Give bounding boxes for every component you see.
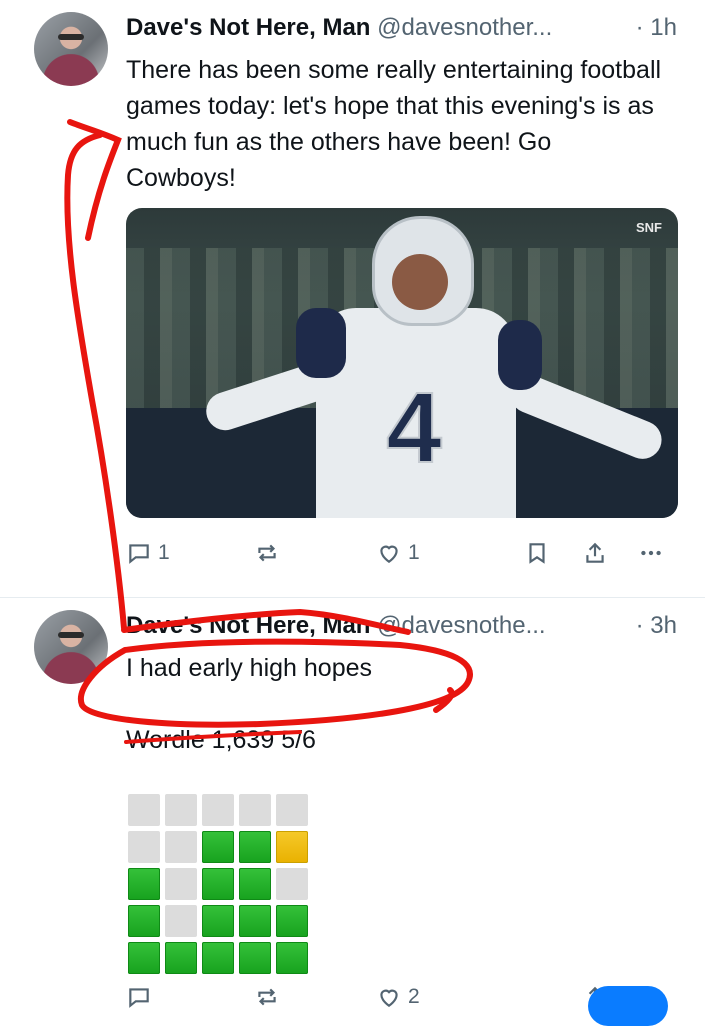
compose-fab[interactable] [588, 986, 668, 1026]
like-icon [380, 545, 398, 563]
like-count: 2 [408, 985, 420, 1008]
wordle-tile [202, 942, 234, 974]
wordle-tile [202, 868, 234, 900]
repost-button[interactable] [254, 984, 280, 1010]
bookmark-icon [529, 543, 545, 564]
author-name[interactable]: Dave's Not Here, Man [126, 14, 370, 41]
post-1[interactable]: Dave's Not Here, Man @davesnother... · 1… [0, 0, 705, 596]
reply-button[interactable]: 1 [126, 540, 170, 566]
bookmark-button[interactable] [524, 540, 550, 566]
wordle-tile [165, 942, 197, 974]
wordle-result-line: Wordle 1,639 5/6 [126, 726, 316, 754]
post-media-gif[interactable]: 4 SNF [126, 208, 678, 518]
like-count: 1 [408, 541, 420, 564]
wordle-tile [128, 905, 160, 937]
wordle-tile [239, 794, 271, 826]
post-time[interactable]: · 1h [636, 14, 677, 42]
post-text: I had early high hopes [126, 654, 373, 682]
wordle-tile [239, 942, 271, 974]
wordle-tile [202, 905, 234, 937]
media-player-shoulder [296, 308, 346, 378]
like-icon [380, 989, 398, 1007]
wordle-tile [165, 831, 197, 863]
avatar-glasses [58, 632, 84, 638]
wordle-tile [128, 831, 160, 863]
wordle-tile [128, 868, 160, 900]
like-button[interactable]: 2 [376, 984, 420, 1010]
wordle-tile [165, 868, 197, 900]
wordle-tile [128, 794, 160, 826]
wordle-tile [239, 868, 271, 900]
author-handle[interactable]: @davesnother... [377, 14, 552, 41]
wordle-tile [276, 905, 308, 937]
wordle-tile [202, 831, 234, 863]
post-time[interactable]: · 3h [636, 612, 677, 640]
wordle-tile [165, 905, 197, 937]
wordle-tile [239, 831, 271, 863]
wordle-tile [276, 868, 308, 900]
reply-button[interactable] [126, 984, 152, 1010]
wordle-tile [128, 942, 160, 974]
wordle-tile [276, 942, 308, 974]
repost-button[interactable] [254, 540, 280, 566]
jersey-number: 4 [385, 372, 443, 484]
author-handle[interactable]: @davesnothe... [377, 612, 545, 639]
reply-count: 1 [158, 541, 170, 564]
post-text: There has been some really entertaining … [126, 56, 662, 192]
wordle-grid [128, 794, 312, 974]
post-actions: 1 1 [126, 540, 678, 570]
network-bug: SNF [636, 220, 662, 235]
wordle-tile [165, 794, 197, 826]
more-icon [641, 550, 661, 556]
author-name[interactable]: Dave's Not Here, Man [126, 612, 370, 639]
media-player-face [392, 254, 448, 310]
share-icon [586, 542, 604, 563]
wordle-tile [239, 905, 271, 937]
reply-icon [129, 544, 149, 564]
more-button[interactable] [638, 540, 664, 566]
avatar[interactable] [34, 610, 108, 684]
avatar-glasses [58, 34, 84, 40]
share-button[interactable] [582, 540, 608, 566]
post-header: Dave's Not Here, Man @davesnother... [126, 14, 552, 42]
reply-icon [129, 988, 149, 1008]
like-button[interactable]: 1 [376, 540, 420, 566]
post-header: Dave's Not Here, Man @davesnothe... [126, 612, 546, 640]
wordle-tile [202, 794, 234, 826]
wordle-tile [276, 794, 308, 826]
repost-icon [258, 988, 276, 1006]
repost-icon [258, 544, 276, 562]
avatar[interactable] [34, 12, 108, 86]
wordle-tile [276, 831, 308, 863]
post-2[interactable]: Dave's Not Here, Man @davesnothe... · 3h… [0, 598, 705, 1000]
media-player-shoulder [498, 320, 542, 390]
